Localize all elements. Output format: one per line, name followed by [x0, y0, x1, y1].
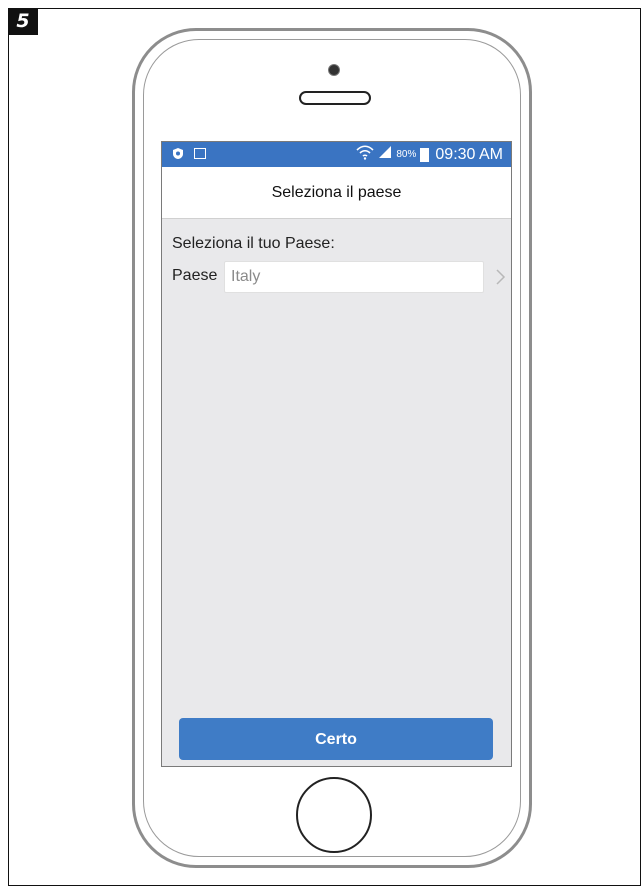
country-label: Paese: [172, 267, 218, 284]
home-button[interactable]: [296, 777, 372, 853]
status-left-icons: [172, 147, 206, 160]
phone-screen: 80% 09:30 AM Seleziona il paese Selezion…: [161, 141, 512, 767]
chevron-right-icon[interactable]: [494, 267, 508, 287]
speaker-grille: [299, 91, 371, 105]
status-time: 09:30 AM: [435, 146, 503, 163]
shield-icon: [172, 147, 184, 160]
camera-icon: [328, 64, 340, 76]
page-title: Seleziona il paese: [162, 167, 511, 219]
country-select[interactable]: Italy: [224, 261, 484, 293]
step-badge: 5: [8, 8, 38, 35]
signal-icon: [378, 145, 392, 165]
image-notification-icon: [194, 148, 206, 159]
battery-icon: [420, 148, 430, 162]
status-bar: 80% 09:30 AM: [162, 142, 511, 167]
wifi-icon: [356, 144, 374, 166]
status-right-icons: 80% 09:30 AM: [356, 144, 503, 166]
battery-percentage: 80%: [396, 149, 417, 160]
confirm-button[interactable]: Certo: [179, 718, 493, 760]
country-row[interactable]: Paese Italy: [172, 261, 508, 293]
section-label: Seleziona il tuo Paese:: [172, 235, 335, 252]
